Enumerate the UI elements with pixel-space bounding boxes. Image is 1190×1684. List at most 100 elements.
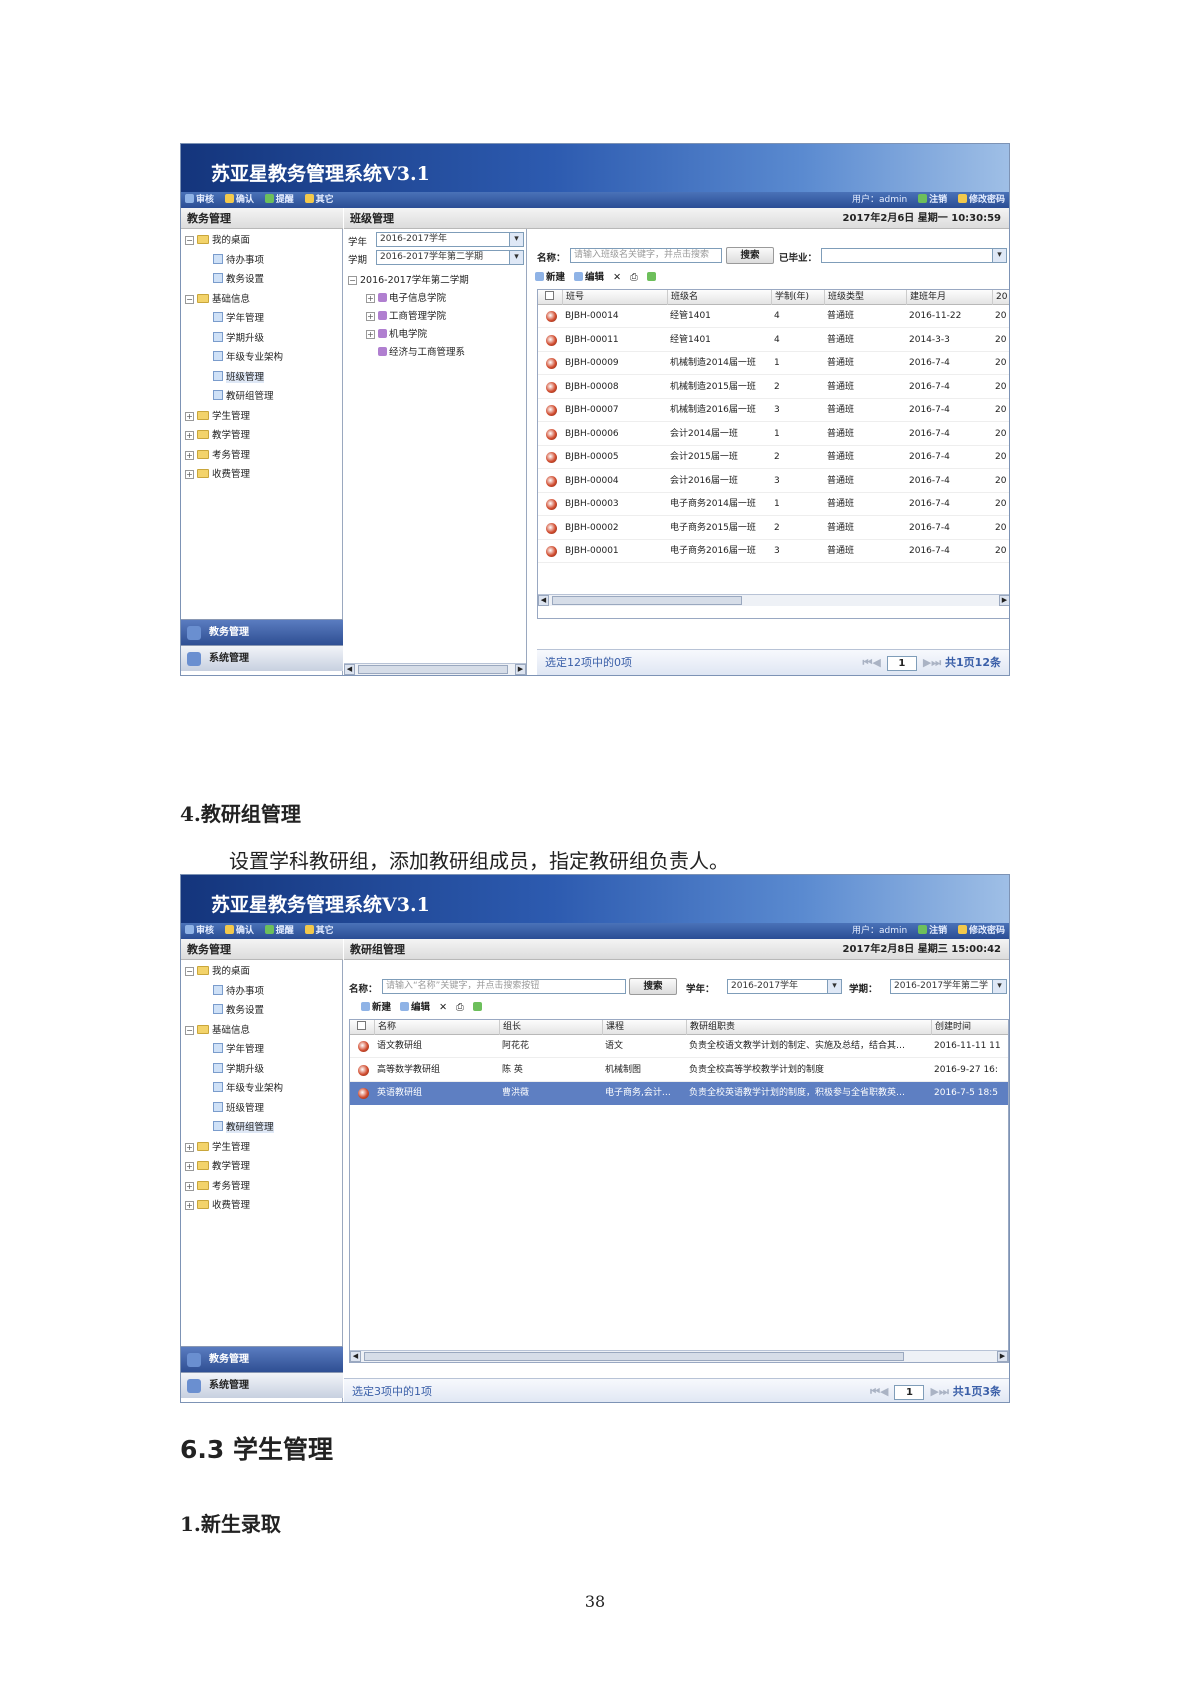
col-header[interactable]: 创建时间 xyxy=(931,1020,1008,1035)
edit-button[interactable]: 编辑 xyxy=(400,1002,430,1013)
table-row[interactable]: BJBH-00008 机械制造2015届一班 2 普通班 2016-7-4 20 xyxy=(538,376,1009,399)
tab-system-management[interactable]: 系统管理 xyxy=(181,1372,343,1398)
search-button[interactable]: 搜索 xyxy=(726,247,774,264)
new-button[interactable]: 新建 xyxy=(535,272,565,283)
col-header[interactable]: 20 xyxy=(992,290,1009,305)
col-header[interactable]: 名称 xyxy=(374,1020,499,1035)
tree-node[interactable]: + 收费管理 xyxy=(185,465,283,485)
table-row[interactable]: BJBH-00007 机械制造2016届一班 3 普通班 2016-7-4 20 xyxy=(538,399,1009,422)
tree-node[interactable]: 学期升级 xyxy=(185,1060,283,1080)
table-row[interactable]: BJBH-00014 经管1401 4 普通班 2016-11-22 20 xyxy=(538,305,1009,328)
change-password-link[interactable]: 修改密码 xyxy=(957,925,1005,936)
name-search-input[interactable]: 请输入“名称”关键字，并点击搜索按钮 xyxy=(382,979,626,994)
first-page-icon[interactable]: ⏮ xyxy=(870,1385,880,1398)
prev-page-icon[interactable]: ◀ xyxy=(880,1385,888,1398)
term-select[interactable]: 2016-2017学年第二学 xyxy=(890,979,1007,994)
tree-node[interactable]: + 学生管理 xyxy=(185,1138,283,1158)
year-select[interactable]: 2016-2017学年 xyxy=(376,232,524,247)
col-header[interactable]: 班级名 xyxy=(667,290,771,305)
menu-item-remind[interactable]: 提醒 xyxy=(264,194,294,205)
next-page-icon[interactable]: ▶ xyxy=(923,656,931,669)
tree-node[interactable]: 教务设置 xyxy=(185,1001,283,1021)
tree-node[interactable]: 班级管理 xyxy=(185,1099,283,1119)
horizontal-scrollbar[interactable]: ◀ ▶ xyxy=(350,1350,1008,1362)
tree-node[interactable]: + 电子信息学院 xyxy=(348,290,469,308)
tree-node[interactable]: + 学生管理 xyxy=(185,407,283,427)
horizontal-scrollbar[interactable]: ◀ ▶ xyxy=(538,594,1009,606)
table-row[interactable]: 语文教研组 阿花花 语文 负责全校语文教学计划的制定、实施及总结，结合其… 2016-1… xyxy=(350,1035,1008,1058)
tab-system-management[interactable]: 系统管理 xyxy=(181,645,343,671)
menu-item-remind[interactable]: 提醒 xyxy=(264,925,294,936)
tree-node[interactable]: 待办事项 xyxy=(185,251,283,271)
term-select[interactable]: 2016-2017学年第二学期 xyxy=(376,250,524,265)
tree-node[interactable]: 教研组管理 xyxy=(185,387,283,407)
tree-node[interactable]: + 机电学院 xyxy=(348,326,469,344)
table-row[interactable]: BJBH-00009 机械制造2014届一班 1 普通班 2016-7-4 20 xyxy=(538,352,1009,375)
page-input[interactable]: 1 xyxy=(894,1385,925,1400)
col-header[interactable]: 课程 xyxy=(602,1020,686,1035)
table-row[interactable]: BJBH-00006 会计2014届一班 1 普通班 2016-7-4 20 xyxy=(538,423,1009,446)
prev-page-icon[interactable]: ◀ xyxy=(872,656,880,669)
menu-item-confirm[interactable]: 确认 xyxy=(224,925,254,936)
tree-node-selected[interactable]: 教研组管理 xyxy=(185,1118,283,1138)
tree-node[interactable]: − 基础信息 xyxy=(185,1021,283,1041)
tree-node[interactable]: + 工商管理学院 xyxy=(348,308,469,326)
tree-node[interactable]: 年级专业架构 xyxy=(185,1079,283,1099)
col-header[interactable]: 建班年月 xyxy=(906,290,992,305)
tree-node[interactable]: + 教学管理 xyxy=(185,426,283,446)
table-row[interactable]: BJBH-00003 电子商务2014届一班 1 普通班 2016-7-4 20 xyxy=(538,493,1009,516)
col-header[interactable]: 教研组职责 xyxy=(686,1020,931,1035)
excel-icon[interactable] xyxy=(472,1002,482,1013)
tree-node[interactable]: 学期升级 xyxy=(185,329,283,349)
tree-node[interactable]: + 收费管理 xyxy=(185,1196,283,1216)
tree-node[interactable]: + 考务管理 xyxy=(185,446,283,466)
table-row[interactable]: BJBH-00005 会计2015届一班 2 普通班 2016-7-4 20 xyxy=(538,446,1009,469)
name-search-input[interactable]: 请输入班级名关键字，并点击搜索 xyxy=(570,248,722,263)
table-row[interactable]: 高等数学教研组 陈 英 机械制图 负责全校高等学校教学计划的制度 2016-9-27 1… xyxy=(350,1059,1008,1082)
select-all-checkbox[interactable] xyxy=(350,1020,374,1035)
edit-button[interactable]: 编辑 xyxy=(574,272,604,283)
tree-node[interactable]: 学年管理 xyxy=(185,1040,283,1060)
search-button[interactable]: 搜索 xyxy=(629,978,677,995)
tree-node[interactable]: + 教学管理 xyxy=(185,1157,283,1177)
tree-node[interactable]: 教务设置 xyxy=(185,270,283,290)
table-row[interactable]: BJBH-00011 经管1401 4 普通班 2014-3-3 20 xyxy=(538,329,1009,352)
print-icon[interactable]: ⎙ xyxy=(630,272,638,283)
menu-item-confirm[interactable]: 确认 xyxy=(224,194,254,205)
tree-node[interactable]: 经济与工商管理系 xyxy=(348,344,469,362)
year-select[interactable]: 2016-2017学年 xyxy=(727,979,842,994)
next-page-icon[interactable]: ▶ xyxy=(930,1385,938,1398)
tree-node[interactable]: 年级专业架构 xyxy=(185,348,283,368)
menu-item-audit[interactable]: 审核 xyxy=(185,194,214,205)
tree-node[interactable]: + 考务管理 xyxy=(185,1177,283,1197)
graduated-select[interactable] xyxy=(821,248,1007,263)
tree-node[interactable]: − 我的桌面 xyxy=(185,231,283,251)
horizontal-scrollbar[interactable]: ◀ ▶ xyxy=(344,663,526,675)
col-header[interactable]: 组长 xyxy=(499,1020,602,1035)
tab-edu-management[interactable]: 教务管理 xyxy=(181,1346,343,1372)
tab-edu-management[interactable]: 教务管理 xyxy=(181,619,343,645)
tree-node[interactable]: − 基础信息 xyxy=(185,290,283,310)
change-password-link[interactable]: 修改密码 xyxy=(957,194,1005,205)
excel-icon[interactable] xyxy=(646,272,656,283)
col-header[interactable]: 班级类型 xyxy=(824,290,906,305)
col-header[interactable]: 班号 xyxy=(562,290,667,305)
select-all-checkbox[interactable] xyxy=(538,290,562,305)
table-row[interactable]: 英语教研组 曹洪薇 电子商务,会计… 负责全校英语教学计划的制度，积极参与全省职教英…… xyxy=(350,1082,1008,1105)
print-icon[interactable]: ⎙ xyxy=(456,1002,464,1013)
logout-link[interactable]: 注销 xyxy=(918,925,947,936)
table-row[interactable]: BJBH-00002 电子商务2015届一班 2 普通班 2016-7-4 20 xyxy=(538,517,1009,540)
tree-node[interactable]: 待办事项 xyxy=(185,982,283,1002)
menu-item-other[interactable]: 其它 xyxy=(304,194,334,205)
tree-root[interactable]: −2016-2017学年第二学期 xyxy=(348,272,469,290)
col-header[interactable]: 学制(年) xyxy=(771,290,824,305)
last-page-icon[interactable]: ⏭ xyxy=(939,1385,949,1398)
tree-node[interactable]: 学年管理 xyxy=(185,309,283,329)
new-button[interactable]: 新建 xyxy=(361,1002,391,1013)
tree-node[interactable]: − 我的桌面 xyxy=(185,962,283,982)
page-input[interactable]: 1 xyxy=(886,656,917,671)
logout-link[interactable]: 注销 xyxy=(918,194,947,205)
menu-item-other[interactable]: 其它 xyxy=(304,925,334,936)
table-row[interactable]: BJBH-00004 会计2016届一班 3 普通班 2016-7-4 20 xyxy=(538,470,1009,493)
last-page-icon[interactable]: ⏭ xyxy=(931,656,941,669)
